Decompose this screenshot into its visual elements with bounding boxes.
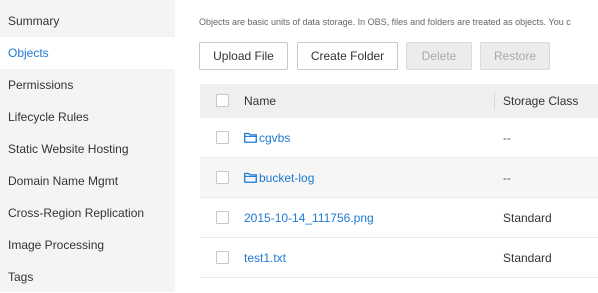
object-name-link[interactable]: test1.txt — [244, 238, 286, 278]
column-header-storage-class[interactable]: Storage Class — [503, 84, 578, 118]
storage-class-value: -- — [503, 131, 511, 145]
row-checkbox[interactable] — [216, 211, 229, 224]
sidebar-item-static-website-hosting[interactable]: Static Website Hosting — [0, 133, 175, 165]
sidebar-item-cross-region-replication[interactable]: Cross-Region Replication — [0, 197, 175, 229]
sidebar-item-summary[interactable]: Summary — [0, 5, 175, 37]
restore-button[interactable]: Restore — [480, 42, 550, 70]
table-row: bucket-log -- — [200, 158, 598, 198]
sidebar-item-permissions[interactable]: Permissions — [0, 69, 175, 101]
create-folder-button[interactable]: Create Folder — [297, 42, 398, 70]
objects-table-header: Name Storage Class — [200, 84, 598, 118]
select-all-checkbox[interactable] — [216, 94, 229, 107]
object-name-link[interactable]: bucket-log — [244, 158, 314, 198]
sidebar-item-lifecycle-rules[interactable]: Lifecycle Rules — [0, 101, 175, 133]
object-name-text: cgvbs — [259, 131, 291, 145]
folder-icon — [244, 133, 257, 144]
object-name-link[interactable]: 2015-10-14_111756.png — [244, 198, 374, 238]
table-row: cgvbs -- — [200, 118, 598, 158]
storage-class-value: Standard — [503, 251, 552, 265]
row-checkbox[interactable] — [216, 251, 229, 264]
column-header-name[interactable]: Name — [244, 84, 276, 118]
storage-class-value: -- — [503, 171, 511, 185]
delete-button[interactable]: Delete — [406, 42, 472, 70]
object-name-text: bucket-log — [259, 171, 315, 185]
folder-icon — [244, 173, 257, 184]
table-row: test1.txt Standard — [200, 238, 598, 278]
sidebar-item-domain-name-mgmt[interactable]: Domain Name Mgmt — [0, 165, 175, 197]
sidebar-item-objects[interactable]: Objects — [0, 37, 175, 69]
object-name-link[interactable]: cgvbs — [244, 118, 290, 158]
sidebar-item-tags[interactable]: Tags — [0, 261, 175, 293]
table-row: 2015-10-14_111756.png Standard — [200, 198, 598, 238]
storage-class-value: Standard — [503, 211, 552, 225]
sidebar: Summary Objects Permissions Lifecycle Ru… — [0, 0, 175, 292]
upload-file-button[interactable]: Upload File — [199, 42, 288, 70]
objects-description: Objects are basic units of data storage.… — [199, 17, 571, 27]
sidebar-item-image-processing[interactable]: Image Processing — [0, 229, 175, 261]
row-checkbox[interactable] — [216, 171, 229, 184]
column-divider — [494, 92, 495, 110]
row-checkbox[interactable] — [216, 131, 229, 144]
